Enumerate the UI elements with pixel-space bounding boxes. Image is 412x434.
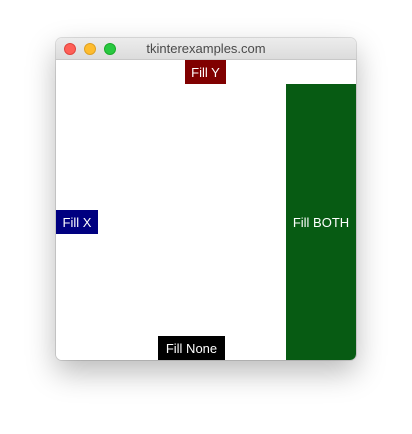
fill-y-label: Fill Y (185, 60, 226, 84)
app-window: tkinterexamples.com Fill Y Fill X Fill B… (56, 38, 356, 360)
window-content: Fill Y Fill X Fill BOTH Fill None (56, 60, 356, 360)
fill-x-label: Fill X (56, 210, 98, 234)
window-title: tkinterexamples.com (146, 41, 266, 56)
title-bar[interactable]: tkinterexamples.com (56, 38, 356, 60)
fill-none-label: Fill None (158, 336, 225, 360)
fill-both-label: Fill BOTH (286, 84, 356, 360)
